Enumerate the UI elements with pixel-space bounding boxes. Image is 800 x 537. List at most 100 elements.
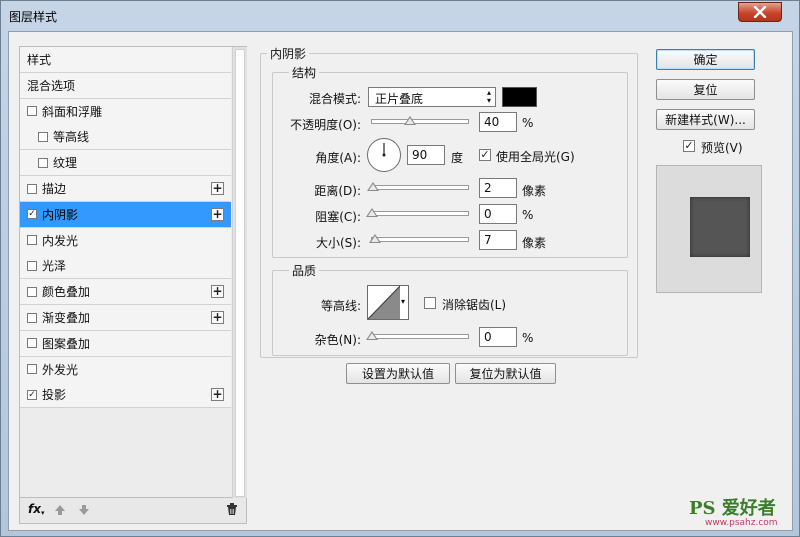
style-item[interactable]: 样式: [20, 47, 231, 73]
quality-title: 品质: [289, 262, 320, 279]
style-item[interactable]: 等高线: [20, 124, 231, 151]
title-bar: 图层样式: [1, 1, 799, 31]
anti-alias-label[interactable]: 消除锯齿(L): [442, 296, 506, 313]
noise-slider-handle[interactable]: [366, 331, 378, 340]
ok-button[interactable]: 确定: [656, 49, 755, 70]
preview-label[interactable]: 预览(V): [701, 139, 743, 156]
style-item[interactable]: 描边 +: [20, 176, 231, 202]
choke-slider[interactable]: [366, 208, 469, 217]
style-item[interactable]: 颜色叠加 +: [20, 279, 231, 306]
shadow-color-swatch[interactable]: [502, 87, 537, 107]
style-item-checkbox[interactable]: ✓: [27, 389, 37, 400]
style-item-checkbox[interactable]: [27, 183, 37, 194]
style-item[interactable]: ✓ 投影 +: [20, 382, 231, 409]
size-slider-handle[interactable]: [368, 234, 381, 243]
set-as-default-button[interactable]: 设置为默认值: [346, 363, 450, 384]
blend-mode-label: 混合模式:: [308, 92, 361, 106]
anti-alias-checkbox[interactable]: [424, 297, 436, 309]
distance-label: 距离(D):: [314, 184, 361, 198]
new-style-button[interactable]: 新建样式(W)...: [656, 109, 755, 130]
style-item-label: 图案叠加: [42, 336, 91, 351]
watermark-logo: PS 爱好者: [689, 498, 776, 519]
close-icon: [753, 6, 767, 18]
add-effect-button[interactable]: +: [211, 207, 224, 221]
trash-icon[interactable]: [226, 503, 238, 516]
reset-to-default-button[interactable]: 复位为默认值: [455, 363, 556, 384]
opacity-slider[interactable]: [371, 116, 469, 125]
style-item[interactable]: 内发光: [20, 227, 231, 254]
style-item-label: 斜面和浮雕: [42, 104, 103, 119]
choke-unit: %: [522, 208, 534, 222]
add-effect-button[interactable]: +: [211, 182, 224, 195]
style-item-label: 颜色叠加: [42, 285, 91, 300]
angle-input[interactable]: 90: [407, 145, 445, 165]
style-item-label: 光泽: [42, 259, 67, 274]
style-item-checkbox[interactable]: [27, 338, 37, 349]
style-item-checkbox[interactable]: [38, 157, 48, 168]
style-item-label: 投影: [42, 388, 67, 403]
fx-dropdown-icon: ▾: [41, 509, 45, 517]
close-button[interactable]: [738, 2, 782, 22]
add-effect-button[interactable]: +: [211, 311, 224, 324]
noise-input[interactable]: 0: [479, 327, 517, 347]
opacity-slider-handle[interactable]: [404, 116, 417, 125]
angle-dial[interactable]: [367, 138, 401, 172]
dialog-client-area: 样式 混合选项 斜面和浮雕 等高线 纹理 描边 + ✓ 内阴影 + 内发光 光泽 颜色叠加 + 渐变叠加 + 图…: [8, 31, 793, 531]
style-item-checkbox[interactable]: [27, 106, 37, 117]
style-item[interactable]: 斜面和浮雕: [20, 98, 231, 125]
fx-button[interactable]: fx: [28, 502, 41, 516]
size-slider[interactable]: [368, 234, 469, 243]
style-item[interactable]: 外发光: [20, 356, 231, 383]
choke-input[interactable]: 0: [479, 204, 517, 224]
structure-title: 结构: [289, 64, 320, 81]
style-list-footer: fx ▾: [19, 498, 247, 524]
contour-linear-icon: [367, 285, 401, 320]
opacity-unit: %: [522, 116, 534, 130]
style-item[interactable]: ✓ 内阴影 +: [20, 201, 231, 228]
move-up-icon[interactable]: [54, 504, 66, 516]
contour-dropdown-icon[interactable]: ▾: [401, 297, 405, 306]
style-item-checkbox[interactable]: [27, 364, 37, 375]
reset-button[interactable]: 复位: [656, 79, 755, 100]
distance-input[interactable]: 2: [479, 178, 517, 198]
blend-mode-select[interactable]: 正片叠底 ▴ ▾: [368, 87, 496, 107]
style-item-checkbox[interactable]: [38, 131, 48, 142]
move-down-icon[interactable]: [78, 504, 90, 516]
style-item[interactable]: 渐变叠加 +: [20, 305, 231, 331]
distance-slider[interactable]: [366, 182, 469, 191]
size-unit: 像素: [522, 236, 547, 250]
style-item[interactable]: 光泽: [20, 253, 231, 280]
add-effect-button[interactable]: +: [211, 388, 224, 402]
size-input[interactable]: 7: [479, 230, 517, 250]
style-list-scrollbar[interactable]: [232, 47, 247, 499]
style-item-checkbox[interactable]: [27, 286, 37, 297]
preview-checkbox[interactable]: ✓: [683, 140, 695, 152]
style-item[interactable]: 纹理: [20, 150, 231, 177]
contour-picker[interactable]: ▾: [367, 285, 409, 320]
style-item-checkbox[interactable]: [27, 312, 37, 323]
style-item-label: 内阴影: [42, 207, 79, 222]
size-label: 大小(S):: [315, 236, 361, 250]
global-light-checkbox[interactable]: ✓: [479, 149, 491, 161]
global-light-label[interactable]: 使用全局光(G): [496, 148, 575, 165]
style-item-label: 样式: [27, 53, 52, 67]
angle-needle-icon: [382, 143, 386, 157]
angle-unit: 度: [451, 151, 464, 165]
style-item-checkbox[interactable]: ✓: [27, 209, 37, 220]
choke-slider-handle[interactable]: [366, 208, 378, 217]
style-item[interactable]: 图案叠加: [20, 330, 231, 357]
noise-slider[interactable]: [366, 331, 469, 340]
style-item[interactable]: 混合选项: [20, 72, 231, 99]
opacity-input[interactable]: 40: [479, 112, 517, 132]
distance-slider-handle[interactable]: [366, 182, 379, 191]
add-effect-button[interactable]: +: [211, 285, 224, 299]
style-item-label: 内发光: [42, 233, 79, 248]
style-item-label: 纹理: [53, 156, 78, 171]
style-item-checkbox[interactable]: [27, 260, 37, 271]
watermark: PS 爱好者 www.psahz.com: [689, 494, 793, 530]
scrollbar-thumb[interactable]: [235, 49, 245, 497]
window-title: 图层样式: [9, 10, 58, 24]
updown-icon: ▴ ▾: [486, 88, 491, 105]
style-item-checkbox[interactable]: [27, 235, 37, 246]
blend-mode-value: 正片叠底: [375, 92, 424, 106]
